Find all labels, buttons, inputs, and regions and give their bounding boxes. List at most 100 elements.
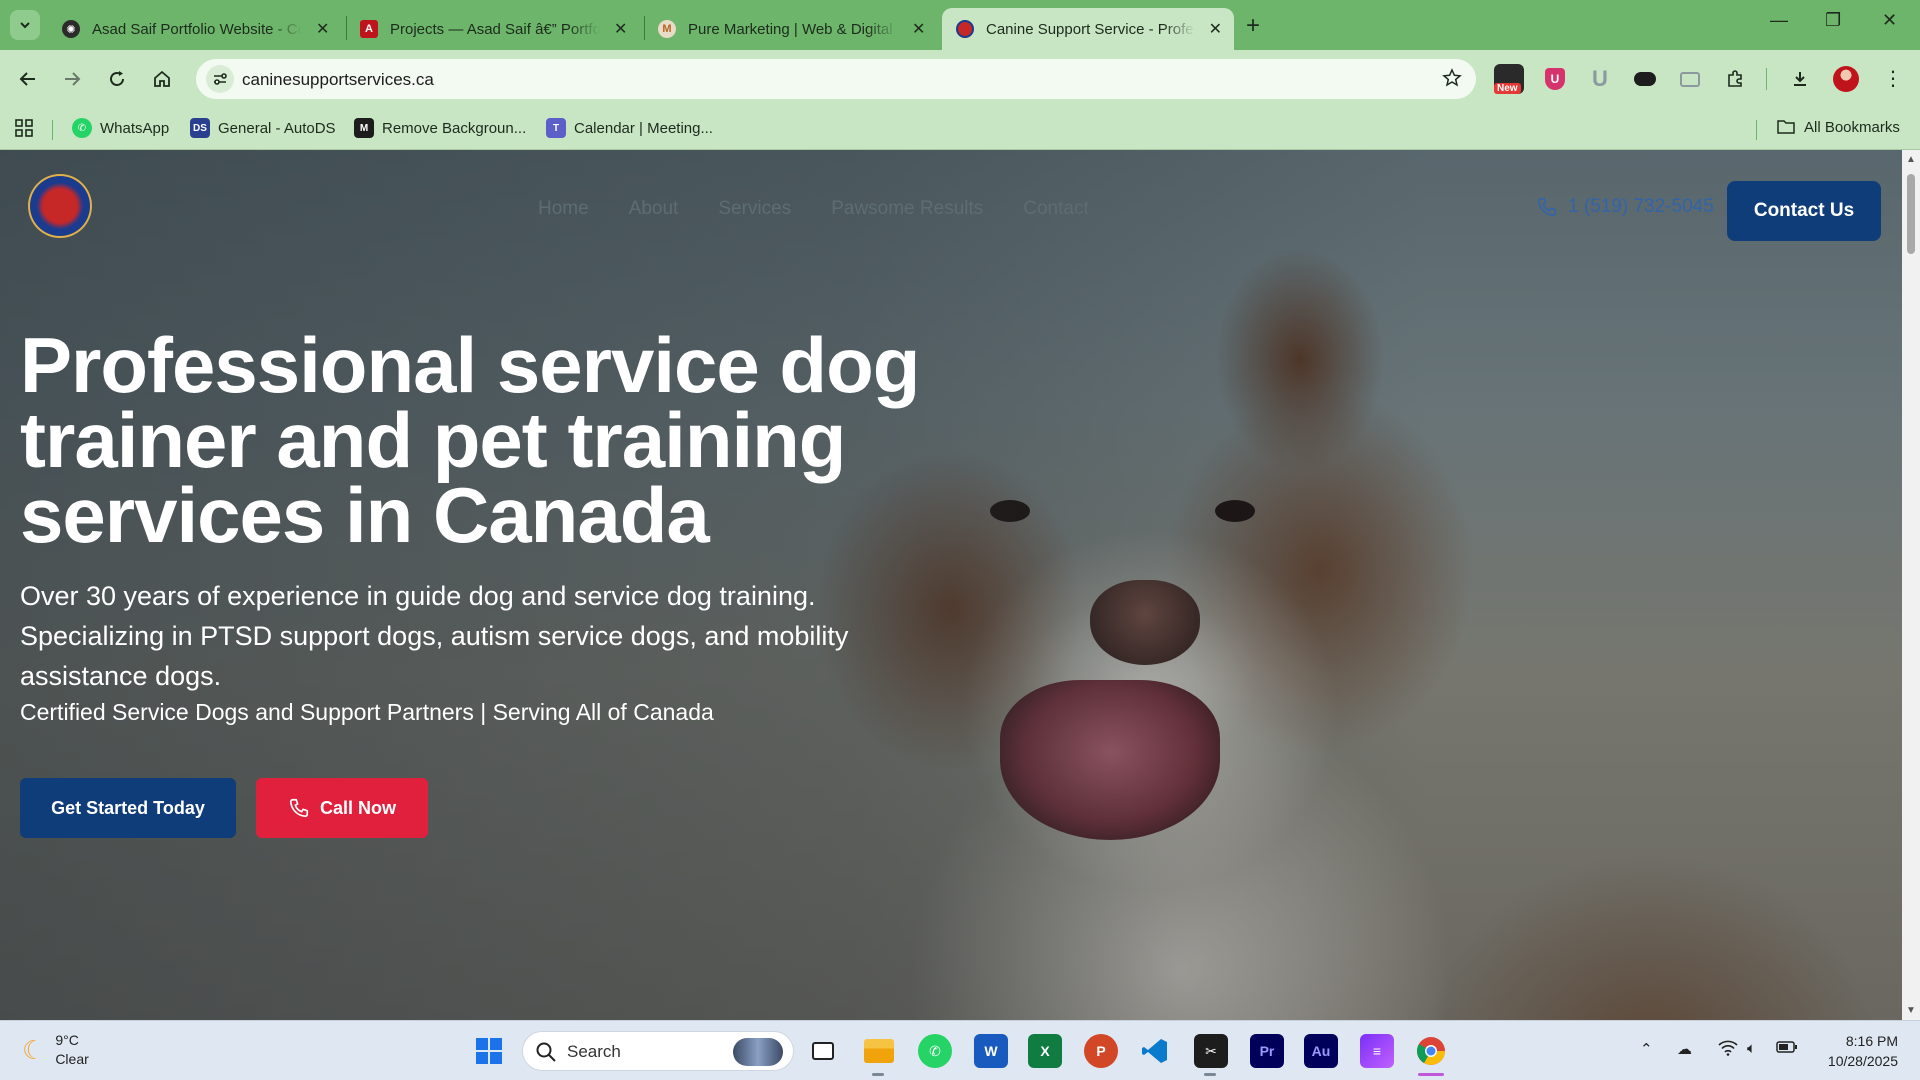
autods-icon: DS bbox=[190, 118, 210, 138]
scroll-down-icon[interactable]: ▼ bbox=[1906, 1005, 1916, 1016]
back-button[interactable] bbox=[13, 64, 43, 94]
show-hidden-icons[interactable]: ⌃ bbox=[1640, 1040, 1653, 1058]
apps-grid-icon[interactable] bbox=[14, 118, 34, 138]
chrome-icon[interactable] bbox=[1414, 1034, 1448, 1068]
start-button[interactable] bbox=[472, 1034, 506, 1068]
nav-services[interactable]: Services bbox=[718, 198, 791, 220]
extension-shield-icon[interactable]: U bbox=[1540, 64, 1570, 94]
bookmark-calendar[interactable]: T Calendar | Meeting... bbox=[546, 118, 713, 138]
nav-contact[interactable]: Contact bbox=[1023, 198, 1088, 220]
close-tab-icon[interactable]: ✕ bbox=[1209, 19, 1222, 39]
nav-home[interactable]: Home bbox=[538, 198, 589, 220]
all-bookmarks-button[interactable]: All Bookmarks bbox=[1776, 118, 1900, 136]
weather-widget[interactable]: ☾ 9°C Clear bbox=[22, 1031, 89, 1069]
tab-projects[interactable]: A Projects — Asad Saif â€” Portfo ✕ bbox=[346, 8, 644, 50]
home-button[interactable] bbox=[147, 64, 177, 94]
extension-new-icon[interactable]: New bbox=[1494, 64, 1524, 94]
windows-icon bbox=[476, 1038, 502, 1064]
tab-title: Pure Marketing | Web & Digital bbox=[688, 20, 893, 38]
running-indicator bbox=[1204, 1073, 1216, 1076]
tab-title: Projects — Asad Saif â€” Portfo bbox=[390, 20, 600, 38]
phone-icon bbox=[289, 798, 309, 818]
audition-icon[interactable]: Au bbox=[1304, 1034, 1338, 1068]
arrow-left-icon bbox=[19, 72, 35, 86]
weather-temp: 9°C bbox=[55, 1032, 79, 1048]
browser-toolbar: caninesupportservices.ca New U U ⋮ bbox=[0, 50, 1920, 108]
bookmark-label: Remove Backgroun... bbox=[382, 119, 527, 137]
camera-icon[interactable] bbox=[1675, 64, 1705, 94]
nav-pawsome-results[interactable]: Pawsome Results bbox=[831, 198, 983, 220]
bookmark-divider bbox=[52, 120, 53, 140]
excel-icon[interactable]: X bbox=[1028, 1034, 1062, 1068]
taskbar-search[interactable]: Search bbox=[522, 1031, 794, 1071]
onedrive-icon[interactable]: ☁ bbox=[1677, 1040, 1692, 1058]
file-explorer-icon[interactable] bbox=[862, 1034, 896, 1068]
powerpoint-icon[interactable]: P bbox=[1084, 1034, 1118, 1068]
moon-icon: ☾ bbox=[22, 1034, 46, 1065]
windows-taskbar: ☾ 9°C Clear Search ✆ W X P ✂ Pr Au ≡ ⌃ ☁… bbox=[0, 1020, 1920, 1080]
canine-logo-icon bbox=[956, 20, 974, 38]
tab-strip: ✺ Asad Saif Portfolio Website - Co ✕ A P… bbox=[0, 0, 1920, 50]
site-info-icon[interactable] bbox=[206, 65, 234, 93]
bookmark-label: General - AutoDS bbox=[218, 119, 336, 137]
restore-icon[interactable]: ❐ bbox=[1825, 10, 1841, 31]
forward-button[interactable] bbox=[57, 64, 87, 94]
close-window-icon[interactable]: ✕ bbox=[1882, 10, 1897, 31]
extension-game-icon[interactable] bbox=[1630, 64, 1660, 94]
whatsapp-icon[interactable]: ✆ bbox=[918, 1034, 952, 1068]
site-logo[interactable] bbox=[30, 176, 90, 236]
close-tab-icon[interactable]: ✕ bbox=[316, 19, 329, 39]
capcut-icon[interactable]: ✂ bbox=[1194, 1034, 1228, 1068]
address-bar[interactable]: caninesupportservices.ca bbox=[196, 59, 1476, 99]
word-icon[interactable]: W bbox=[974, 1034, 1008, 1068]
scroll-up-icon[interactable]: ▲ bbox=[1906, 154, 1916, 165]
tab-canine-support[interactable]: Canine Support Service - Profes ✕ bbox=[942, 8, 1234, 50]
close-tab-icon[interactable]: ✕ bbox=[614, 19, 627, 39]
header-phone-link[interactable]: 1 (519) 732-5045 bbox=[1536, 196, 1714, 218]
reload-button[interactable] bbox=[102, 64, 132, 94]
task-view-icon[interactable] bbox=[806, 1034, 840, 1068]
pm-icon: M bbox=[658, 20, 676, 38]
folder-icon bbox=[1777, 120, 1795, 134]
nav-about[interactable]: About bbox=[629, 198, 679, 220]
tab-search-button[interactable] bbox=[10, 10, 40, 40]
url-text: caninesupportservices.ca bbox=[242, 70, 434, 89]
tab-pure-marketing[interactable]: M Pure Marketing | Web & Digital ✕ bbox=[644, 8, 942, 50]
stack-app-icon[interactable]: ≡ bbox=[1360, 1034, 1394, 1068]
hero-section: Home About Services Pawsome Results Cont… bbox=[0, 150, 1902, 1020]
download-icon[interactable] bbox=[1785, 64, 1815, 94]
call-now-button[interactable]: Call Now bbox=[256, 778, 428, 838]
a-logo-icon: A bbox=[360, 20, 378, 38]
page-scrollbar[interactable]: ▲ ▼ bbox=[1902, 150, 1920, 1020]
tab-title: Asad Saif Portfolio Website - Co bbox=[92, 20, 302, 38]
extensions-puzzle-icon[interactable] bbox=[1720, 64, 1750, 94]
get-started-button[interactable]: Get Started Today bbox=[20, 778, 236, 838]
bookmark-star-icon[interactable] bbox=[1442, 68, 1462, 93]
extension-u-icon[interactable]: U bbox=[1585, 64, 1615, 94]
new-tab-button[interactable]: + bbox=[1246, 12, 1260, 40]
vscode-icon[interactable] bbox=[1138, 1034, 1172, 1068]
menu-kebab-icon[interactable]: ⋮ bbox=[1878, 64, 1908, 94]
teams-icon: T bbox=[546, 118, 566, 138]
bookmark-remove-bg[interactable]: M Remove Backgroun... bbox=[354, 118, 526, 138]
new-badge: New bbox=[1494, 83, 1521, 94]
phone-number: 1 (519) 732-5045 bbox=[1568, 196, 1714, 217]
bookmark-autods[interactable]: DS General - AutoDS bbox=[190, 118, 336, 138]
volume-icon[interactable]: 🔈︎ bbox=[1747, 1040, 1756, 1057]
arrow-right-icon bbox=[65, 72, 81, 86]
scrollbar-thumb[interactable] bbox=[1907, 174, 1915, 254]
site-nav: Home About Services Pawsome Results Cont… bbox=[538, 198, 1089, 220]
profile-avatar[interactable] bbox=[1831, 64, 1861, 94]
system-clock[interactable]: 8:16 PM 10/28/2025 bbox=[1828, 1031, 1898, 1071]
contact-us-button[interactable]: Contact Us bbox=[1727, 181, 1881, 241]
call-now-label: Call Now bbox=[319, 797, 396, 818]
battery-icon[interactable] bbox=[1776, 1040, 1798, 1058]
bookmark-whatsapp[interactable]: ✆ WhatsApp bbox=[72, 118, 169, 138]
tab-asad-portfolio[interactable]: ✺ Asad Saif Portfolio Website - Co ✕ bbox=[48, 8, 346, 50]
minimize-icon[interactable]: — bbox=[1770, 10, 1788, 31]
wifi-icon[interactable] bbox=[1718, 1040, 1738, 1060]
close-tab-icon[interactable]: ✕ bbox=[912, 19, 925, 39]
running-indicator bbox=[872, 1073, 884, 1076]
remove-bg-icon: M bbox=[354, 118, 374, 138]
premiere-icon[interactable]: Pr bbox=[1250, 1034, 1284, 1068]
